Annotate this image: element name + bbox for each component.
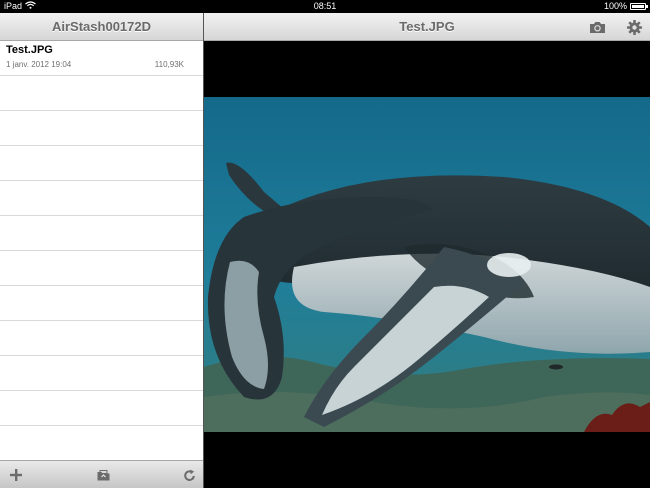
detail-nav-bar: Test.JPG (204, 13, 650, 41)
empty-row (0, 251, 203, 286)
empty-row (0, 146, 203, 181)
bottom-toolbar (0, 460, 203, 488)
empty-row (0, 286, 203, 321)
camera-icon (589, 21, 605, 33)
add-button[interactable] (5, 464, 27, 486)
empty-row (0, 426, 203, 460)
image-title: Test.JPG (399, 19, 455, 34)
folder-icon (97, 469, 109, 480)
empty-row (0, 321, 203, 356)
folder-button[interactable] (92, 464, 114, 486)
file-size: 110,93K (154, 60, 184, 69)
device-title: AirStash00172D (52, 19, 151, 34)
image-preview-pane: Test.JPG (204, 13, 650, 488)
refresh-button[interactable] (178, 464, 200, 486)
add-icon (10, 469, 22, 481)
settings-button[interactable] (624, 17, 644, 37)
file-row[interactable]: Test.JPG 1 janv. 2012 19:04 110,93K (0, 41, 203, 76)
refresh-icon (183, 469, 195, 481)
gear-icon (626, 19, 642, 35)
battery-icon (630, 3, 648, 10)
manta-ray-photo (204, 97, 650, 432)
empty-row (0, 111, 203, 146)
photo-preview[interactable] (204, 97, 650, 432)
status-time: 08:51 (313, 1, 337, 11)
empty-row (0, 76, 203, 111)
file-name: Test.JPG (6, 44, 53, 56)
file-list-pane: AirStash00172D Test.JPG 1 janv. 2012 19:… (0, 13, 203, 488)
battery-percent: 100% (603, 1, 627, 11)
camera-button[interactable] (587, 17, 607, 37)
status-right: 100% (603, 0, 648, 13)
master-nav-bar: AirStash00172D (0, 13, 203, 41)
empty-row (0, 216, 203, 251)
battery-fill (632, 5, 644, 8)
file-list[interactable]: Test.JPG 1 janv. 2012 19:04 110,93K (0, 41, 203, 460)
status-bar: iPad 08:51 100% (0, 0, 650, 13)
file-date: 1 janv. 2012 19:04 (6, 60, 72, 69)
empty-row (0, 391, 203, 426)
empty-row (0, 356, 203, 391)
empty-row (0, 181, 203, 216)
